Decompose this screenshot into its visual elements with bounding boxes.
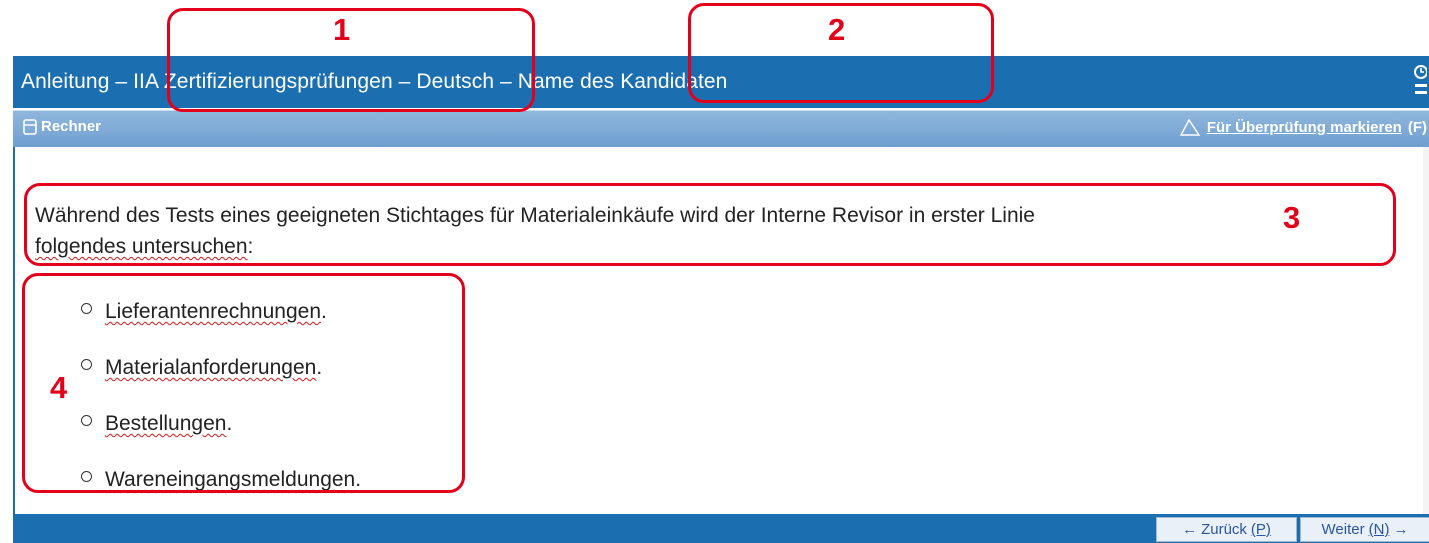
annotation-label-4: 4 bbox=[50, 370, 68, 405]
calculator-button[interactable]: Rechner bbox=[23, 118, 101, 135]
calculator-icon bbox=[23, 118, 37, 135]
next-shortcut: (N) bbox=[1368, 521, 1390, 538]
scrollbar[interactable] bbox=[1423, 147, 1429, 514]
next-label: Weiter bbox=[1321, 521, 1365, 538]
annotation-box-4 bbox=[22, 273, 465, 493]
annotation-label-3: 3 bbox=[1283, 200, 1301, 235]
arrow-right-icon: → bbox=[1393, 521, 1409, 538]
annotation-box-3 bbox=[24, 183, 1396, 266]
next-button[interactable]: Weiter (N) → bbox=[1300, 517, 1429, 542]
annotation-label-1: 1 bbox=[333, 12, 351, 47]
annotation-label-2: 2 bbox=[828, 12, 846, 47]
flag-icon bbox=[1179, 118, 1201, 136]
calculator-label: Rechner bbox=[41, 118, 102, 135]
flag-for-review-button[interactable]: Für Überprüfung markieren (F) bbox=[1179, 118, 1427, 136]
toolbar: Rechner Für Überprüfung markieren (F) bbox=[13, 110, 1429, 147]
back-button[interactable]: ← Zurück (P) bbox=[1156, 517, 1297, 542]
flag-label: Für Überprüfung markieren bbox=[1206, 118, 1402, 136]
clock-icon[interactable] bbox=[1413, 64, 1428, 100]
arrow-left-icon: ← bbox=[1182, 521, 1198, 538]
flag-shortcut: (F) bbox=[1407, 118, 1427, 136]
footer-bar: ← Zurück (P) Weiter (N) → bbox=[13, 514, 1429, 543]
back-label: Zurück bbox=[1201, 521, 1247, 538]
annotation-box-1 bbox=[167, 8, 535, 112]
back-shortcut: (P) bbox=[1250, 521, 1271, 538]
